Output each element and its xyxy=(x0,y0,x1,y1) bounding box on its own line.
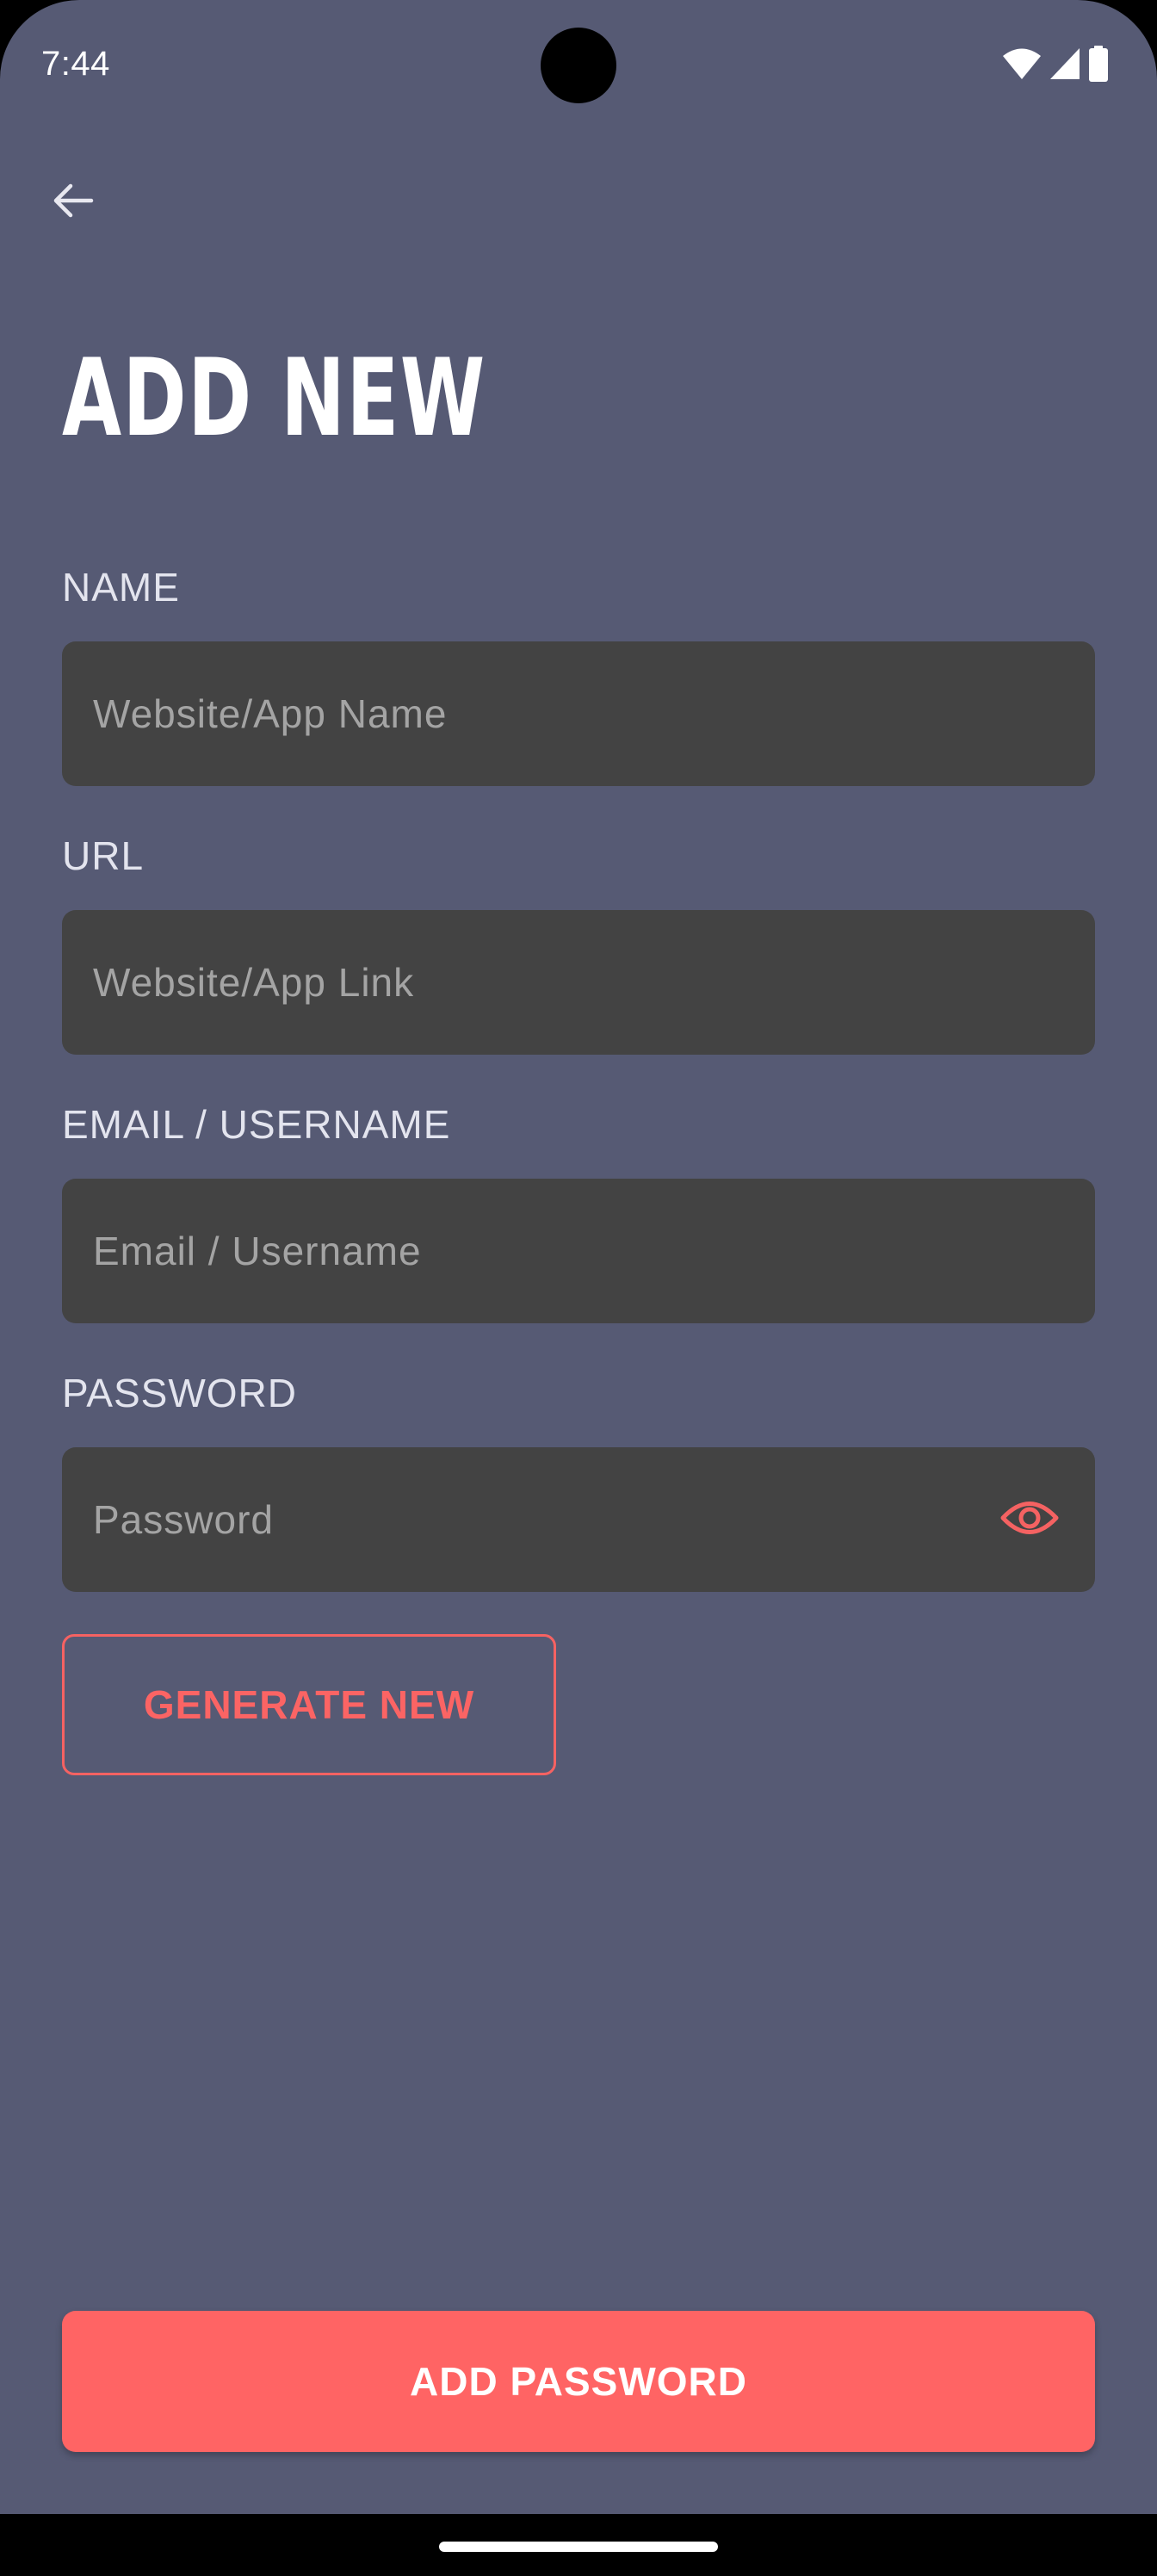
status-icons xyxy=(1002,45,1109,83)
add-new-screen: 7:44 ADD NEW NAME Website/App Name URL W… xyxy=(0,0,1157,2514)
cellular-signal-icon xyxy=(1049,46,1081,81)
battery-icon xyxy=(1088,46,1109,82)
name-label: NAME xyxy=(62,565,180,610)
password-label: PASSWORD xyxy=(62,1371,297,1415)
name-input[interactable] xyxy=(93,641,1005,786)
generate-password-button[interactable]: GENERATE NEW xyxy=(62,1634,556,1775)
status-bar: 7:44 xyxy=(0,0,1157,129)
url-label: URL xyxy=(62,833,145,878)
name-field[interactable] xyxy=(62,641,1095,786)
url-field[interactable] xyxy=(62,910,1095,1055)
password-field[interactable] xyxy=(62,1447,1095,1592)
username-field[interactable] xyxy=(62,1179,1095,1323)
password-visibility-toggle[interactable] xyxy=(993,1483,1066,1556)
username-input[interactable] xyxy=(93,1179,1005,1323)
camera-cutout xyxy=(541,28,616,103)
wifi-icon xyxy=(1002,46,1042,81)
back-button[interactable] xyxy=(38,168,107,237)
status-time: 7:44 xyxy=(41,45,110,83)
password-input[interactable] xyxy=(93,1447,1005,1592)
home-indicator[interactable] xyxy=(439,2542,718,2552)
arrow-left-icon xyxy=(50,178,95,227)
add-password-button[interactable]: ADD PASSWORD xyxy=(62,2311,1095,2452)
page-title: ADD NEW xyxy=(62,337,486,461)
username-label: EMAIL / USERNAME xyxy=(62,1102,451,1147)
url-input[interactable] xyxy=(93,910,1005,1055)
eye-icon xyxy=(1000,1498,1059,1542)
